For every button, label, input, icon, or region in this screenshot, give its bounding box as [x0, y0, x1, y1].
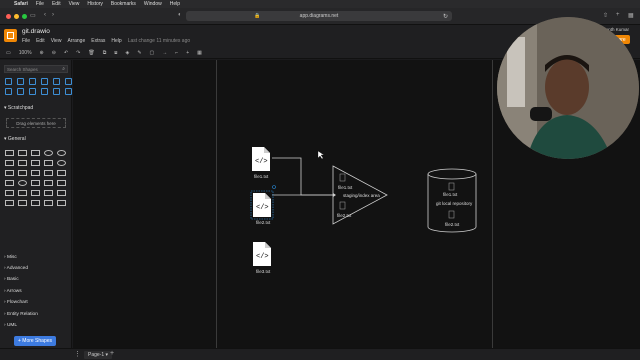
- staging-file1-icon: [339, 173, 346, 182]
- page-footer: ⋮ Page-1 ▾ +: [0, 348, 640, 360]
- staging-file2-label: file2.txt: [337, 213, 352, 218]
- add-page-icon[interactable]: +: [110, 350, 114, 357]
- svg-text:</>: </>: [256, 204, 269, 212]
- svg-text:</>: </>: [256, 253, 269, 261]
- repo-file1-label: file1.txt: [443, 192, 458, 197]
- pages-menu-icon[interactable]: ⋮: [74, 350, 81, 358]
- file2-icon[interactable]: </>: [250, 185, 276, 220]
- file3-icon[interactable]: </>: [253, 242, 271, 266]
- repo-file1-icon: [448, 182, 455, 191]
- svg-text:</>: </>: [255, 158, 268, 166]
- repo-label: git local repository: [436, 201, 473, 206]
- file2-label: file2.txt: [256, 220, 271, 225]
- file1-label: file1.txt: [254, 174, 269, 179]
- staging-file1-label: file1.txt: [338, 185, 353, 190]
- staging-file2-icon: [339, 201, 346, 210]
- page-tab[interactable]: Page-1 ▾: [84, 351, 113, 359]
- repo-file2-label: file2.txt: [445, 222, 460, 227]
- connector-file1-staging[interactable]: [272, 157, 333, 196]
- file3-label: file3.txt: [256, 269, 271, 274]
- repo-file2-icon: [448, 210, 455, 219]
- file1-icon[interactable]: </>: [252, 147, 270, 171]
- staging-area-label: staging/index area: [343, 193, 380, 198]
- webcam-overlay: [497, 17, 639, 159]
- rotate-handle-icon: [272, 185, 276, 189]
- mouse-cursor-icon: [317, 150, 325, 160]
- arrowhead-icon: [333, 193, 336, 197]
- page-tab-label: Page-1: [88, 352, 105, 358]
- presenter-image: [497, 17, 639, 159]
